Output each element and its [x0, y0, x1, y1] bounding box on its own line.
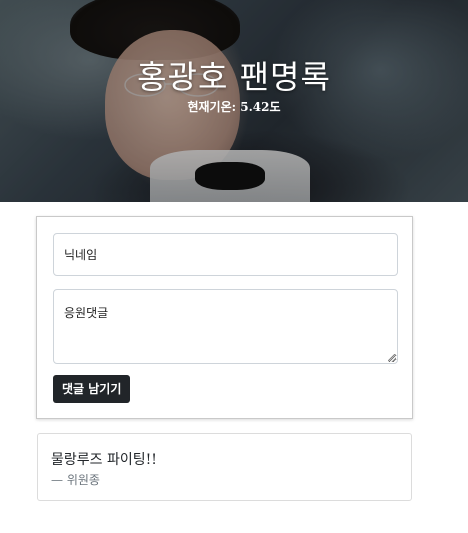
nickname-input[interactable]: [53, 233, 398, 276]
hero-banner: 홍광호 팬명록 현재기온: 5.42도: [0, 0, 468, 202]
comment-card: 물랑루즈 파이팅!! — 위원종: [37, 433, 412, 501]
page-title: 홍광호 팬명록: [137, 58, 331, 96]
comment-author: — 위원종: [51, 473, 100, 487]
comment-text: 물랑루즈 파이팅!!: [51, 452, 157, 468]
comment-form: 댓글 남기기: [36, 216, 413, 419]
comment-textarea[interactable]: [53, 289, 398, 364]
submit-comment-button[interactable]: 댓글 남기기: [53, 375, 131, 403]
resize-handle-icon[interactable]: [388, 354, 396, 362]
temperature-text: 현재기온: 5.42도: [187, 100, 281, 114]
